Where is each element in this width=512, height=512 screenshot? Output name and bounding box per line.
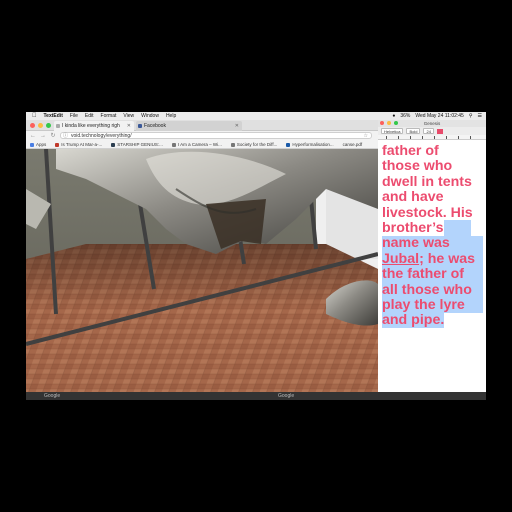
address-bar[interactable]: ⓘ void.technology/everything/ ☆ [60,132,372,139]
menu-help[interactable]: Help [166,113,176,119]
menu-edit[interactable]: Edit [85,113,94,119]
battery-percent[interactable]: 36% [400,113,410,119]
menu-bar:  TextEdit File Edit Format View Window … [26,112,486,120]
text-line-selected: the father of [382,266,483,283]
bookmark-favicon-icon [55,142,60,147]
window-controls [30,123,51,128]
tab-title: Facebook [144,123,166,129]
bookmark-item[interactable]: Is Trump At Mar-a-... [55,142,102,147]
document-body[interactable]: father of those who dwell in tents and h… [378,140,486,329]
menu-app-name[interactable]: TextEdit [44,113,63,119]
minimize-window-icon[interactable] [38,123,43,128]
tab-bar: I kinda like everything righ ✕ Facebook … [26,120,378,131]
window-controls [380,121,398,125]
reload-icon[interactable]: ↻ [50,132,56,139]
bookmark-favicon-icon [286,142,291,147]
tab-void-technology[interactable]: I kinda like everything righ ✕ [54,121,134,131]
tab-facebook[interactable]: Facebook ✕ [136,121,242,131]
text-line: and have [382,189,444,206]
format-bar: Helvetica Bold 24 [378,127,486,135]
bookmark-item[interactable]: Hyperformalisation... [286,142,334,147]
text-line: those who [382,158,453,175]
font-family-select[interactable]: Helvetica [381,128,404,134]
menu-clock[interactable]: Wed May 24 11:02:45 [415,113,463,119]
webgl-scene[interactable] [26,149,378,400]
close-tab-icon[interactable]: ✕ [235,123,239,129]
browser-window: I kinda like everything righ ✕ Facebook … [26,120,378,400]
page-favicon-icon [56,124,60,128]
bookmark-item[interactable]: I Am a Camera – Wi... [171,142,222,147]
google-label-left: Google [44,393,61,399]
google-label-right: Google [278,393,295,399]
text-line-selected: all those who [382,282,483,299]
url-text: void.technology/everything/ [71,133,132,139]
bookmark-favicon-icon [111,142,116,147]
apps-grid-icon [30,142,34,147]
minimize-window-icon[interactable] [387,121,391,125]
text-line-selected: play the lyre [382,297,483,314]
document-title: Genesis [423,121,441,126]
close-window-icon[interactable] [30,123,35,128]
forward-icon[interactable]: → [40,133,46,139]
text-color-swatch[interactable] [436,128,443,134]
tab-title: I kinda like everything righ [62,123,120,129]
wikipedia-icon [230,142,235,147]
jubal-link[interactable]: Jubal [382,251,419,267]
zoom-window-icon[interactable] [46,123,51,128]
bookmark-apps[interactable]: Apps [30,142,46,147]
selection-highlight [443,220,472,237]
text-line-selected: name was [382,236,483,252]
bookmark-item[interactable]: Society for the Diff... [230,142,277,147]
menu-window[interactable]: Window [141,113,159,119]
menu-file[interactable]: File [70,113,78,119]
menu-list-icon[interactable]: ☰ [478,113,482,119]
apple-menu-icon[interactable]:  [32,113,37,119]
document-titlebar: Genesis [378,120,486,127]
bookmark-item[interactable]: STARSHIP GENIUS:... [111,142,163,147]
3d-room-scene [26,149,378,400]
zoom-window-icon[interactable] [394,121,398,125]
back-icon[interactable]: ← [30,133,36,139]
ruler[interactable] [378,135,486,140]
text-run: brother’s [382,220,444,237]
wifi-icon[interactable]: ● [392,113,395,119]
bookmarks-bar: Apps Is Trump At Mar-a-... STARSHIP GENI… [26,141,378,149]
text-line-selected: Jubal; he was [382,250,483,268]
textedit-window: Genesis Helvetica Bold 24 father of thos… [378,120,486,400]
desktop-screen:  TextEdit File Edit Format View Window … [26,112,486,400]
text-line: dwell in tents [382,173,472,190]
text-line: and pipe. [382,312,483,329]
text-line: livestock. His [382,204,473,221]
menu-view[interactable]: View [123,113,134,119]
wikipedia-icon [171,142,176,147]
menu-format[interactable]: Format [101,113,117,119]
close-tab-icon[interactable]: ✕ [127,123,131,129]
text-line: father of [382,143,439,159]
close-window-icon[interactable] [380,121,384,125]
text-line: brother’s [382,220,483,237]
bookmark-star-icon[interactable]: ☆ [364,133,368,139]
facebook-favicon-icon [138,124,142,128]
footer-strip: Google Google [26,392,486,400]
info-icon[interactable]: ⓘ [63,133,68,139]
font-size-select[interactable]: 24 [423,128,434,134]
bookmark-item[interactable]: canse.pdf [343,142,363,147]
text-run: ; he was [419,250,476,267]
search-icon[interactable]: ⚲ [469,113,473,119]
text-run-selected: and pipe. [382,312,445,329]
font-style-select[interactable]: Bold [406,128,421,134]
